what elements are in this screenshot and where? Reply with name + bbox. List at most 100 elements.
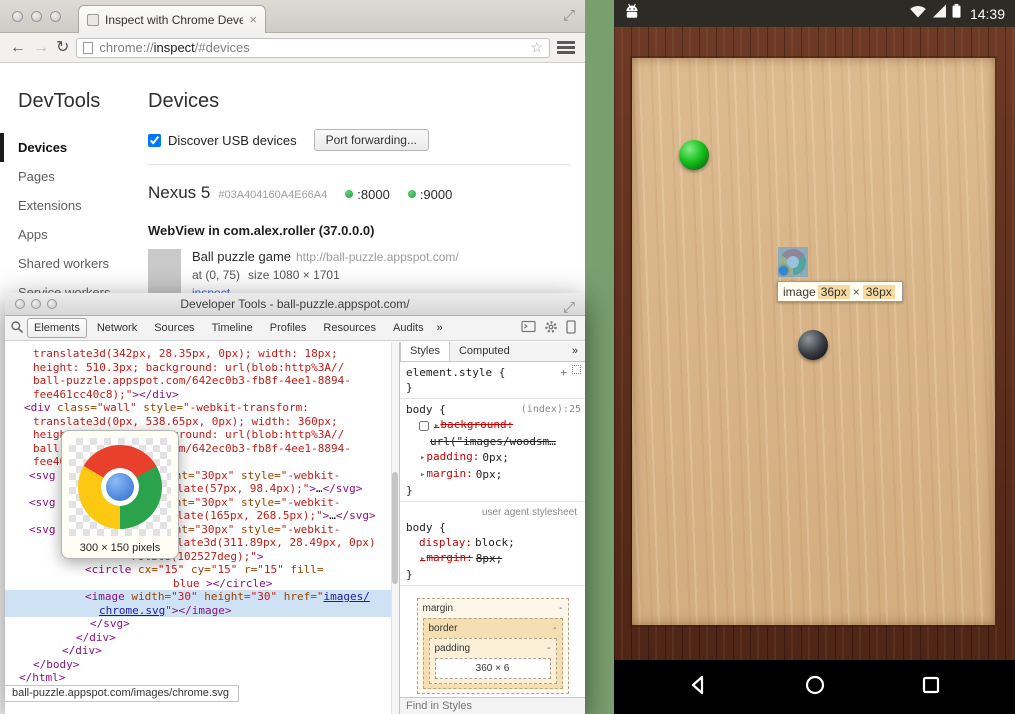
code-token[interactable]: "-webkit-: [281, 496, 341, 509]
code-token[interactable]: [234, 469, 241, 482]
code-token[interactable]: [277, 590, 284, 603]
css-value[interactable]: 0px;: [476, 467, 503, 482]
tab-audits[interactable]: Audits: [386, 318, 431, 338]
browser-tab[interactable]: Inspect with Chrome Deve ×: [78, 5, 266, 33]
code-line[interactable]: blue ></circle>: [5, 577, 399, 591]
sidebar-item-apps[interactable]: Apps: [0, 220, 148, 249]
tab-network[interactable]: Network: [90, 318, 144, 338]
expand-window-icon[interactable]: ⤢: [563, 7, 575, 24]
code-token[interactable]: "15": [257, 563, 284, 576]
box-model-padding[interactable]: padding- 360 × 6: [429, 638, 557, 684]
code-token[interactable]: </svg>: [336, 509, 376, 522]
scrollbar-thumb[interactable]: [392, 472, 398, 584]
code-line[interactable]: height: 510.3px; background: url(blob:ht…: [5, 361, 399, 375]
code-token[interactable]: style=: [241, 496, 281, 509]
css-value[interactable]: block;: [475, 535, 515, 550]
code-token[interactable]: "15": [158, 563, 185, 576]
code-token[interactable]: [234, 523, 241, 536]
code-line[interactable]: <image width="30" height="30" href="imag…: [5, 590, 399, 604]
code-line[interactable]: translate3d(342px, 28.35px, 0px); width:…: [5, 347, 399, 361]
code-token[interactable]: "-webkit-transform:: [183, 401, 309, 414]
code-token[interactable]: <svg: [29, 523, 62, 536]
code-token[interactable]: [184, 563, 191, 576]
code-token[interactable]: href=: [284, 590, 317, 603]
box-model-border[interactable]: border- padding- 360 × 6: [423, 618, 563, 689]
code-line[interactable]: </div>: [5, 631, 399, 645]
css-value[interactable]: 8px;: [476, 551, 503, 566]
code-token[interactable]: cx=: [138, 563, 158, 576]
css-value[interactable]: url("images/woodsm…: [430, 435, 556, 448]
code-token[interactable]: </div>: [62, 644, 102, 657]
menu-button[interactable]: [557, 41, 575, 54]
zoom-window-button[interactable]: [50, 11, 61, 22]
css-value[interactable]: 0px;: [482, 450, 509, 465]
code-token[interactable]: …: [316, 482, 323, 495]
code-token[interactable]: style=: [241, 469, 281, 482]
code-line[interactable]: </div>: [5, 644, 399, 658]
code-token[interactable]: cy=: [191, 563, 211, 576]
find-styles-input[interactable]: [400, 698, 585, 714]
code-token[interactable]: height: 510.3px; background: url(blob:ht…: [33, 361, 344, 374]
code-token[interactable]: …: [329, 509, 336, 522]
code-line[interactable]: <circle cx="15" cy="15" r="15" fill=: [5, 563, 399, 577]
code-token[interactable]: translate3d(0px, 538.65px, 0px); width: …: [33, 415, 338, 428]
minimize-window-button[interactable]: [31, 11, 42, 22]
code-token[interactable]: ></div>: [132, 388, 178, 401]
css-property[interactable]: display:: [419, 535, 472, 550]
dark-ball[interactable]: [798, 330, 828, 360]
css-property[interactable]: background:: [433, 417, 513, 434]
box-model-content[interactable]: 360 × 6: [435, 658, 551, 679]
code-token[interactable]: <svg: [29, 496, 62, 509]
code-token[interactable]: ></circle>: [206, 577, 272, 590]
console-drawer-icon[interactable]: [521, 320, 536, 336]
reload-icon[interactable]: ↻: [56, 40, 69, 56]
box-model-margin[interactable]: margin- border- padding- 360 × 6: [417, 598, 569, 694]
inspected-element-highlight[interactable]: [778, 247, 808, 277]
webview-page-url[interactable]: http://ball-puzzle.appspot.com/: [296, 250, 459, 264]
code-token[interactable]: <div: [24, 401, 57, 414]
minimize-window-button[interactable]: [31, 299, 41, 309]
code-line[interactable]: <div class="wall" style="-webkit-transfo…: [5, 401, 399, 415]
code-line[interactable]: ball-puzzle.appspot.com/642ec0b3-fb8f-4e…: [5, 374, 399, 388]
code-token[interactable]: style=: [241, 523, 281, 536]
code-token[interactable]: [234, 496, 241, 509]
code-token[interactable]: <image: [85, 590, 131, 603]
property-toggle-checkbox[interactable]: [419, 421, 429, 431]
collapse-icon[interactable]: -: [547, 641, 550, 656]
forward-nav-icon[interactable]: →: [33, 40, 49, 56]
code-token[interactable]: height=: [204, 590, 250, 603]
port-forwarding-button[interactable]: Port forwarding...: [314, 129, 429, 151]
code-token[interactable]: "30": [171, 590, 198, 603]
settings-gear-icon[interactable]: [544, 320, 558, 337]
back-button[interactable]: [686, 673, 710, 702]
home-button[interactable]: [803, 673, 827, 702]
code-token[interactable]: </div>: [76, 631, 116, 644]
back-nav-icon[interactable]: ←: [10, 40, 26, 56]
tab-timeline[interactable]: Timeline: [205, 318, 260, 338]
code-token[interactable]: </svg>: [323, 482, 363, 495]
code-token[interactable]: class=: [57, 401, 97, 414]
discover-usb-checkbox[interactable]: [148, 134, 161, 147]
code-line[interactable]: </html>: [5, 671, 399, 685]
collapse-icon[interactable]: -: [553, 621, 556, 636]
tab-elements[interactable]: Elements: [27, 318, 87, 338]
code-token[interactable]: >: [257, 550, 264, 563]
code-token[interactable]: "15": [211, 563, 238, 576]
code-token[interactable]: fill=: [290, 563, 323, 576]
code-token[interactable]: fee461cc40c8);": [33, 388, 132, 401]
styles-overflow-icon[interactable]: »: [572, 344, 585, 359]
css-property[interactable]: padding:: [419, 449, 479, 466]
code-token[interactable]: </body>: [33, 658, 79, 671]
bookmark-star-icon[interactable]: ☆: [530, 39, 543, 56]
tab-sources[interactable]: Sources: [147, 318, 201, 338]
green-ball[interactable]: [679, 140, 709, 170]
recents-button[interactable]: [919, 673, 943, 702]
code-token[interactable]: <circle: [85, 563, 138, 576]
code-token[interactable]: r=: [244, 563, 257, 576]
sidebar-item-pages[interactable]: Pages: [0, 162, 148, 191]
tab-profiles[interactable]: Profiles: [263, 318, 314, 338]
code-scrollbar[interactable]: [391, 342, 399, 714]
zoom-window-button[interactable]: [47, 299, 57, 309]
code-token[interactable]: "30px": [195, 523, 235, 536]
code-token[interactable]: </svg>: [90, 617, 130, 630]
